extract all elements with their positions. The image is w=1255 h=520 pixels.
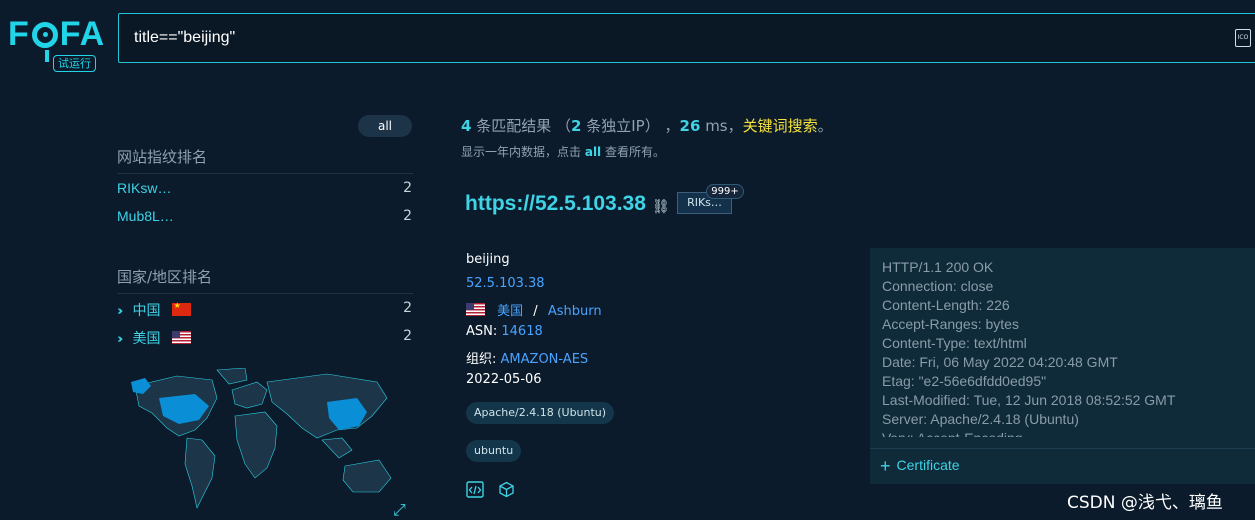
divider: [117, 173, 413, 174]
count-badge: 999+: [706, 184, 744, 199]
search-input[interactable]: title=="beijing": [134, 29, 235, 47]
country-link[interactable]: 美国: [497, 304, 523, 319]
result-date: 2022-05-06: [466, 372, 542, 387]
divider: [117, 293, 413, 294]
result-location: 美国 / Ashburn: [466, 300, 602, 319]
country-name: 中国: [132, 302, 161, 318]
org-link[interactable]: AMAZON-AES: [501, 352, 589, 367]
fingerprint-item[interactable]: Mub8L…: [117, 208, 174, 224]
city-link[interactable]: Ashburn: [548, 304, 602, 319]
result-url-link[interactable]: https://52.5.103.38: [465, 192, 646, 216]
fingerprint-item[interactable]: RIKsw…: [117, 180, 171, 196]
cube-icon[interactable]: [498, 481, 515, 498]
plus-icon: +: [880, 456, 891, 476]
result-ip-link[interactable]: 52.5.103.38: [466, 276, 545, 291]
trial-badge: 试运行: [53, 55, 96, 72]
country-item-cn[interactable]: ›› 中国: [117, 300, 191, 320]
result-title: beijing: [466, 252, 510, 267]
asn-link[interactable]: 14618: [501, 324, 542, 339]
chevron-right-icon: ››: [117, 304, 124, 319]
expand-icon[interactable]: ⤢: [393, 500, 411, 519]
http-headers-text: HTTP/1.1 200 OK Connection: close Conten…: [882, 259, 1176, 437]
china-flag-icon: [171, 301, 191, 316]
all-filter-button[interactable]: all: [358, 115, 412, 137]
product-chip[interactable]: Apache/2.4.18 (Ubuntu): [466, 402, 615, 424]
country-item-us[interactable]: ›› 美国: [117, 328, 191, 348]
chevron-right-icon: ››: [117, 332, 124, 347]
result-subtitle: 显示一年内数据，点击 all 查看所有。: [461, 145, 666, 159]
fingerprint-count: 2: [403, 180, 412, 196]
product-chip[interactable]: ubuntu: [466, 440, 522, 462]
fingerprint-count: 2: [403, 208, 412, 224]
country-count: 2: [403, 300, 412, 316]
fingerprint-ranking-title: 网站指纹排名: [117, 148, 208, 166]
link-icon[interactable]: ⛓: [652, 199, 670, 215]
keyword-search-link[interactable]: 关键词搜索: [743, 117, 818, 135]
certificate-toggle[interactable]: + Certificate: [880, 456, 960, 477]
result-org: 组织: AMAZON-AES: [466, 352, 589, 367]
result-summary: 4 条匹配结果 （2 条独立IP） ，26 ms，关键词搜索。: [461, 117, 833, 135]
logo-text: F FA: [8, 15, 106, 53]
divider: [870, 448, 1255, 449]
logo-stem: [45, 50, 49, 62]
us-flag-icon: [171, 331, 191, 344]
country-name: 美国: [132, 330, 161, 346]
http-header-panel: HTTP/1.1 200 OK Connection: close Conten…: [870, 248, 1255, 484]
search-bar[interactable]: title=="beijing" ICO: [118, 13, 1255, 63]
fofa-logo[interactable]: F FA 试运行: [8, 16, 108, 74]
result-asn: ASN: 14618: [466, 324, 543, 339]
icon-toggle-icon[interactable]: ICO: [1235, 29, 1251, 47]
code-icon[interactable]: [466, 481, 484, 498]
country-ranking-title: 国家/地区排名: [117, 268, 213, 286]
watermark: CSDN @浅弋、璃鱼: [1067, 493, 1223, 513]
country-count: 2: [403, 328, 412, 344]
logo-o-icon: [31, 22, 58, 48]
world-map[interactable]: [117, 368, 413, 518]
us-flag-icon: [466, 303, 485, 316]
all-link[interactable]: all: [585, 145, 601, 159]
